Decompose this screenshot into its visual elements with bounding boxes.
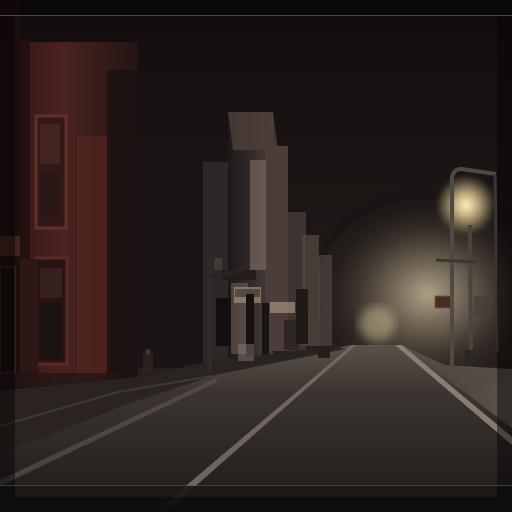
bottom-rule	[0, 485, 512, 486]
foggy-night-street-scene	[0, 0, 512, 512]
photo-frame	[0, 0, 512, 512]
left-brick-building	[0, 0, 145, 409]
top-rule	[0, 15, 512, 16]
